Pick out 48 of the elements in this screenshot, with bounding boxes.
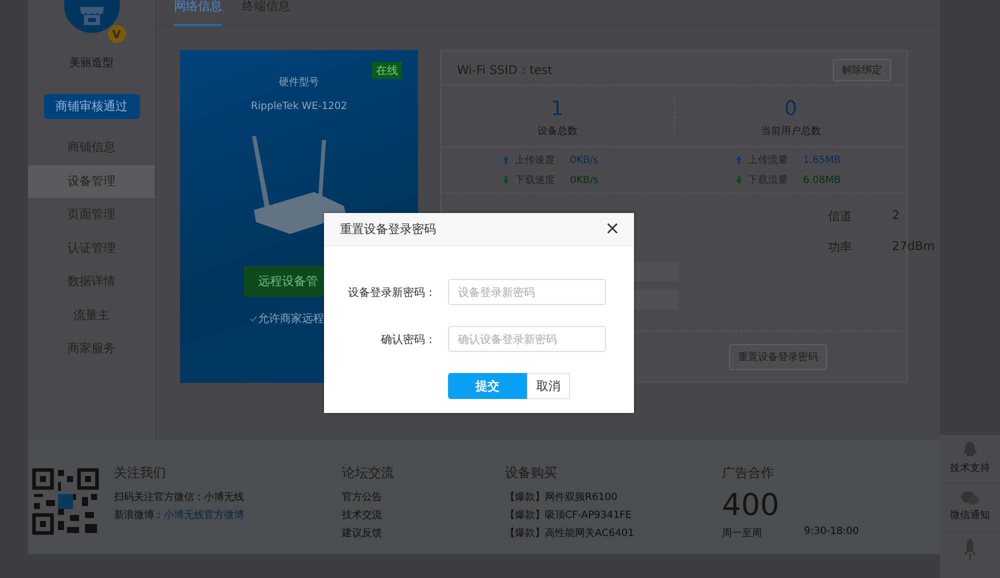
rate-value: 1.65MB [803, 154, 841, 166]
arrow-down-icon [736, 176, 742, 184]
cancel-button[interactable]: 取消 [527, 373, 570, 399]
checkmark-icon[interactable] [250, 316, 257, 322]
submit-button[interactable]: 提交 [448, 373, 527, 399]
stat-value: 0 [784, 96, 798, 120]
close-button[interactable]: × [602, 220, 622, 238]
store-icon [78, 7, 104, 25]
shop-status-button[interactable]: 商铺审核通过 [44, 94, 140, 119]
arrow-down-icon [503, 176, 509, 184]
tab[interactable]: 网络信息 [174, 0, 222, 26]
chat-bubbles-icon [961, 491, 979, 506]
password-field[interactable]: 设备登录新密码 [448, 279, 606, 305]
sidebar-item[interactable]: 设备管理 [28, 164, 155, 198]
verified-badge: V [108, 25, 126, 43]
stat-value: 1 [550, 96, 564, 120]
field-label: 设备登录新密码： [347, 284, 436, 300]
penguin-icon [963, 442, 977, 458]
footer-link[interactable]: 建议反馈 [342, 526, 505, 540]
footer-link[interactable]: 【爆款】吸顶CF-AP9341FE [505, 508, 722, 522]
weibo-text: 新浪微博：小博无线官方微博 [114, 508, 245, 522]
footer-link[interactable]: 技术交流 [342, 508, 505, 522]
password-field[interactable]: 确认设备登录新密码 [448, 326, 606, 352]
rocket-icon[interactable] [964, 538, 976, 560]
dialog-title: 重置设备登录密码 [340, 220, 436, 238]
float-panel-item[interactable]: 微信通知 [940, 483, 1000, 532]
rate-value: 0KB/s [570, 154, 598, 166]
wechat-text: 扫码关注官方微信：小博无线 [114, 490, 245, 504]
float-panel-item[interactable]: 技术支持 [940, 435, 1000, 484]
footer-link[interactable]: 官方公告 [342, 490, 505, 504]
weibo-link[interactable]: 小博无线官方微博 [164, 510, 244, 521]
hours-text: 9:30-18:00 [804, 526, 859, 539]
online-badge: 在线 [372, 62, 402, 79]
arrow-up-icon [503, 156, 509, 164]
footer-link[interactable]: 【爆款】高性能网关AC6401 [505, 526, 722, 540]
stat-label: 当前用户总数 [760, 124, 821, 138]
remote-manage-button[interactable]: 远程设备管 [244, 266, 325, 297]
allow-remote-label: 允许商家远程 [258, 311, 324, 326]
hours-text: 周一至周 [722, 527, 762, 540]
model-name: RippleTek WE-1202 [250, 101, 348, 112]
model-label: 硬件型号 [279, 76, 319, 89]
arrow-up-icon [736, 156, 742, 164]
rate-value: 0KB/s [570, 174, 598, 186]
field-label: 确认密码： [380, 332, 436, 346]
footer-link[interactable]: 【爆款】网件双频R6100 [505, 490, 722, 504]
stat-label: 设备总数 [537, 124, 578, 138]
rate-value: 6.08MB [803, 174, 841, 186]
phone-number: 400 [722, 490, 780, 522]
